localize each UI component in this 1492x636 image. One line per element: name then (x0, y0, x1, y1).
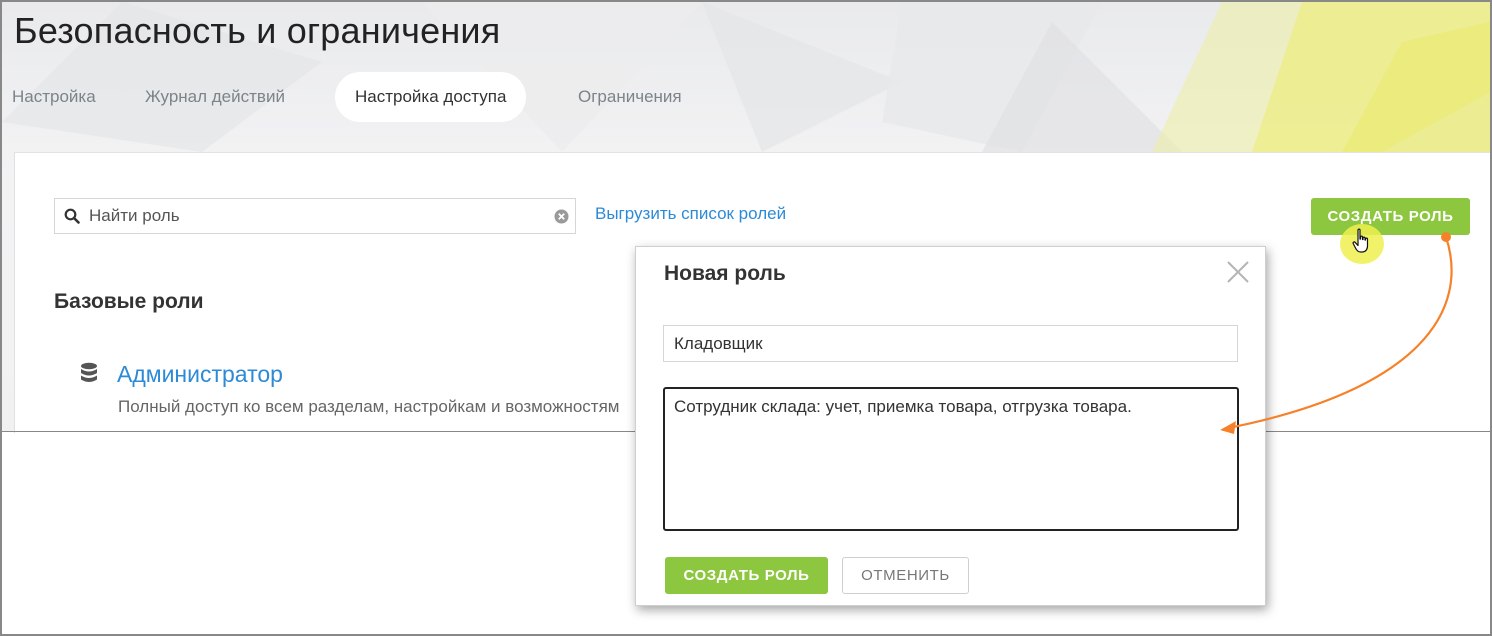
tab-restrictions[interactable]: Ограничения (578, 72, 682, 122)
search-input[interactable] (89, 199, 539, 233)
page-title: Безопасность и ограничения (14, 10, 501, 51)
dialog-create-role-button[interactable]: СОЗДАТЬ РОЛЬ (665, 557, 828, 594)
database-icon (79, 362, 99, 391)
export-roles-link[interactable]: Выгрузить список ролей (595, 204, 786, 224)
new-role-dialog: Новая роль Сотрудник склада: учет, прием… (635, 246, 1266, 606)
clear-icon[interactable] (554, 209, 569, 229)
role-search (54, 198, 576, 234)
role-description-administrator: Полный доступ ко всем разделам, настройк… (118, 397, 620, 416)
base-roles-title: Базовые роли (54, 290, 204, 313)
search-icon (64, 208, 80, 229)
create-role-button[interactable]: СОЗДАТЬ РОЛЬ (1311, 198, 1470, 235)
role-description-input[interactable]: Сотрудник склада: учет, приемка товара, … (663, 387, 1239, 531)
hand-pointer-icon (1352, 228, 1372, 259)
close-icon[interactable] (1225, 259, 1251, 290)
dialog-title: Новая роль (664, 262, 786, 285)
tab-access-settings[interactable]: Настройка доступа (335, 72, 527, 122)
role-name-administrator[interactable]: Администратор (117, 361, 283, 388)
tab-action-log[interactable]: Журнал действий (145, 72, 285, 122)
role-name-input[interactable] (663, 325, 1238, 362)
tab-settings[interactable]: Настройка (12, 72, 96, 122)
dialog-cancel-button[interactable]: ОТМЕНИТЬ (842, 557, 969, 594)
